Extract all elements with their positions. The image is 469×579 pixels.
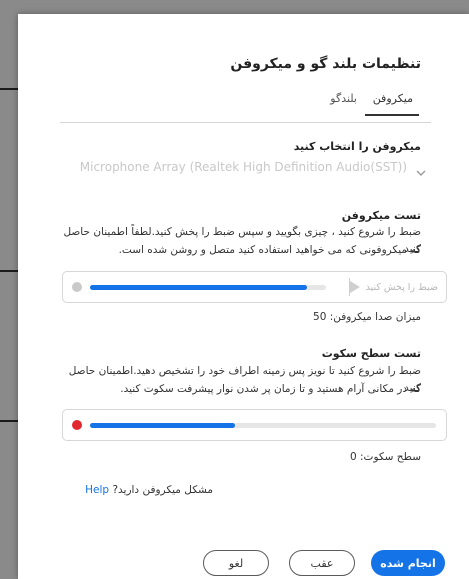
backdrop-line xyxy=(0,270,18,272)
silence-level-fill xyxy=(90,423,235,428)
mic-level-fill xyxy=(90,285,307,290)
play-recording-label: ضبط را پخش کنید xyxy=(365,281,438,293)
help-row: مشکل میکروفن دارید? Help xyxy=(85,484,213,496)
silence-test-heading: تست سطح سکوت xyxy=(321,347,421,360)
record-indicator-dot[interactable] xyxy=(72,420,82,430)
tab-speaker[interactable]: بلندگو xyxy=(330,92,357,105)
mic-device-select[interactable]: Microphone Array (Realtek High Definitio… xyxy=(80,160,407,174)
silence-level-value: 0 xyxy=(349,451,357,463)
tabs-divider xyxy=(60,122,431,123)
chevron-down-icon[interactable] xyxy=(415,164,427,176)
backdrop-line xyxy=(0,88,18,90)
mic-select-heading: میکروفن را انتخاب کنید xyxy=(293,140,421,153)
done-button[interactable]: انجام شده xyxy=(371,550,445,576)
back-button[interactable]: عقب xyxy=(289,550,355,576)
idle-indicator-dot xyxy=(72,282,82,292)
mic-level-readout: میزان صدا میکروفن: 50 xyxy=(313,311,421,323)
play-recording-button[interactable]: ضبط را پخش کنید xyxy=(343,278,438,296)
play-icon xyxy=(349,281,360,293)
tab-bar: میکروفن بلندگو xyxy=(319,92,419,118)
backdrop-line xyxy=(0,420,18,422)
cancel-button[interactable]: لغو xyxy=(203,550,269,576)
tab-microphone[interactable]: میکروفن xyxy=(373,92,413,105)
silence-test-instruction-2: که در مکانی آرام هستید و تا زمان پر شدن … xyxy=(120,383,421,395)
mic-level-label: میزان صدا میکروفن: xyxy=(329,311,421,323)
mic-test-bar: ضبط را پخش کنید xyxy=(62,271,447,303)
dialog-title: تنظیمات بلند گو و میکروفن xyxy=(230,56,421,72)
audio-settings-dialog: تنظیمات بلند گو و میکروفن میکروفن بلندگو… xyxy=(18,14,469,579)
play-separator xyxy=(348,278,350,296)
silence-test-bar xyxy=(62,409,447,441)
mic-level-value: 50 xyxy=(313,311,327,323)
help-link[interactable]: Help xyxy=(85,484,109,496)
help-question: مشکل میکروفن دارید? xyxy=(112,484,213,496)
active-tab-indicator xyxy=(365,114,419,116)
mic-test-instruction-2: که میکروفونی که می خواهید استفاده کنید م… xyxy=(118,244,421,256)
mic-test-heading: تست میکروفن xyxy=(341,209,421,222)
silence-level-readout: سطح سکوت: 0 xyxy=(350,451,421,463)
silence-level-label: سطح سکوت: xyxy=(360,451,421,463)
